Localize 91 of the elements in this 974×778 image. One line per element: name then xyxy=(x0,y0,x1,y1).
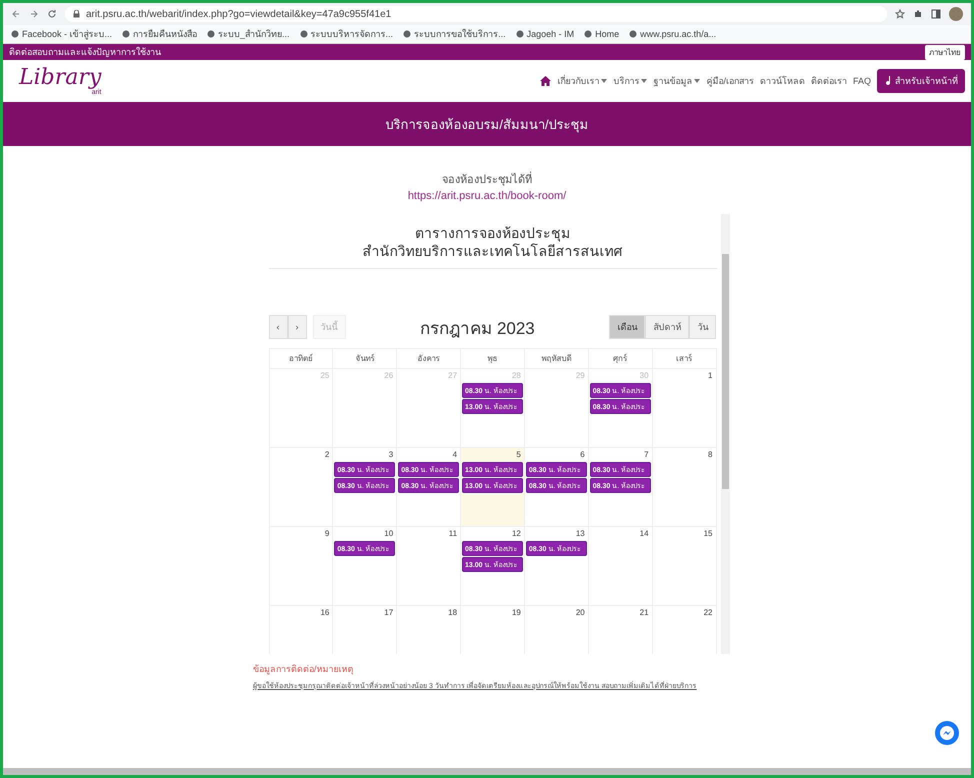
day-number: 15 xyxy=(702,528,714,540)
day-number: 1 xyxy=(707,370,714,382)
day-cell[interactable]: 15 xyxy=(652,526,716,606)
scrollbar[interactable] xyxy=(720,214,730,654)
day-number: 28 xyxy=(510,370,522,382)
day-number: 4 xyxy=(452,449,458,462)
day-number: 8 xyxy=(707,449,714,462)
day-cell[interactable]: 1 xyxy=(652,368,716,448)
day-number: 21 xyxy=(638,607,650,620)
nav-link[interactable]: FAQ xyxy=(852,76,871,86)
next-button[interactable]: › xyxy=(288,315,306,340)
bookmark[interactable]: ระบบการขอใช้บริการ... xyxy=(403,27,506,41)
puzzle-icon[interactable] xyxy=(913,9,923,19)
calendar-title: ตารางการจองห้องประชุม xyxy=(414,224,571,242)
nav-link[interactable]: คู่มือ/เอกสาร xyxy=(706,74,754,88)
nav-link[interactable]: เกี่ยวกับเรา xyxy=(557,74,608,88)
chat-icon[interactable] xyxy=(935,721,959,745)
nav-link[interactable]: ฐานข้อมูล xyxy=(653,74,700,88)
day-number: 10 xyxy=(383,528,394,540)
day-number: 14 xyxy=(638,528,650,540)
bookmark[interactable]: ระบบ_สำนักวิทย... xyxy=(207,27,290,41)
home-icon[interactable] xyxy=(540,76,552,86)
day-number: 20 xyxy=(574,607,586,620)
caret-icon xyxy=(601,79,608,83)
weekday-header: อังคาร xyxy=(396,348,461,369)
day-number: 17 xyxy=(383,607,394,620)
view-tab[interactable]: วัน xyxy=(689,315,716,340)
bookmark[interactable]: ระบบบริหารจัดการ... xyxy=(300,27,394,41)
day-number: 7 xyxy=(643,449,650,462)
booking-intro: จองห้องประชุมได้ที่ xyxy=(3,170,971,188)
language-dropdown[interactable]: ภาษาไทย xyxy=(925,44,965,60)
day-cell[interactable]: 9 xyxy=(269,526,333,606)
nav-link[interactable]: บริการ xyxy=(613,74,648,88)
bookmark[interactable]: Home xyxy=(584,29,620,39)
forward-arrow-icon[interactable] xyxy=(29,9,39,19)
weekday-header: เสาร์ xyxy=(652,348,716,369)
star-icon[interactable] xyxy=(895,9,905,19)
day-number: 26 xyxy=(383,370,394,382)
sidebar-icon[interactable] xyxy=(931,9,941,19)
day-number: 12 xyxy=(510,528,522,540)
music-note-icon xyxy=(884,76,892,86)
day-number: 22 xyxy=(702,607,714,620)
notes-heading: ข้อมูลการติดต่อ/หมายเหตุ xyxy=(253,663,355,676)
day-number: 11 xyxy=(448,528,458,540)
weekday-header: พฤหัสบดี xyxy=(524,348,588,369)
booking-link[interactable]: https://arit.psru.ac.th/book-room/ xyxy=(3,190,971,202)
back-arrow-icon[interactable] xyxy=(11,9,21,19)
weekday-header: จันทร์ xyxy=(332,348,397,369)
page-title: บริการจองห้องอบรม/สัมมนา/ประชุม xyxy=(385,116,589,134)
day-number: 25 xyxy=(319,370,330,382)
bookmark[interactable]: Facebook - เข้าสู่ระบ... xyxy=(11,27,112,41)
day-number: 6 xyxy=(579,449,586,462)
bookmark[interactable]: การยืมคืนหนังสือ xyxy=(122,27,198,41)
caret-icon xyxy=(641,79,648,83)
bookmark[interactable]: www.psru.ac.th/a... xyxy=(629,29,716,39)
weekday-header: พุธ xyxy=(460,348,524,369)
scrollbar[interactable] xyxy=(3,768,971,775)
avatar-icon[interactable] xyxy=(949,7,963,21)
bookmark[interactable]: Jagoeh - IM xyxy=(516,29,574,39)
calendar-title: สำนักวิทยบริการและเทคโนโลยีสารสนเทศ xyxy=(362,242,624,260)
view-tab[interactable]: สัปดาห์ xyxy=(645,315,690,340)
day-number: 19 xyxy=(510,607,522,620)
month-title: กรกฎาคม 2023 xyxy=(420,318,535,340)
view-tab[interactable]: เดือน xyxy=(609,315,646,340)
day-number: 30 xyxy=(638,370,650,382)
contact-link[interactable]: ติดต่อสอบถามและแจ้งปัญหาการใช้งาน xyxy=(9,45,161,59)
reload-icon[interactable] xyxy=(47,9,57,19)
day-number: 2 xyxy=(324,449,330,462)
day-cell[interactable]: 16 xyxy=(269,606,333,654)
staff-button[interactable]: สำหรับเจ้าหน้าที่ xyxy=(877,69,965,93)
day-number: 27 xyxy=(447,370,458,382)
day-cell[interactable]: 14 xyxy=(588,526,652,606)
prev-button[interactable]: ‹ xyxy=(268,315,288,340)
day-number: 3 xyxy=(388,449,394,462)
weekday-header: อาทิตย์ xyxy=(269,348,333,369)
day-cell[interactable]: 8 xyxy=(652,448,716,527)
day-cell[interactable]: 2 xyxy=(269,448,333,527)
address-bar[interactable]: arit.psru.ac.th/webarit/index.php?go=viewdetail&key=47a9c955f41e1 xyxy=(65,6,887,22)
caret-icon xyxy=(694,79,700,83)
day-number: 5 xyxy=(515,449,522,462)
day-number: 9 xyxy=(324,528,330,540)
logo-text[interactable]: Library xyxy=(19,66,102,88)
day-number: 18 xyxy=(447,607,458,620)
weekday-header: ศุกร์ xyxy=(588,348,652,369)
nav-link[interactable]: ติดต่อเรา xyxy=(810,74,847,88)
day-cell[interactable]: 11 xyxy=(396,526,461,606)
day-number: 16 xyxy=(319,607,330,620)
day-number: 29 xyxy=(574,370,586,382)
day-number: 13 xyxy=(574,528,586,540)
nav-link[interactable]: ดาวน์โหลด xyxy=(760,74,805,88)
lock-icon xyxy=(73,10,80,18)
